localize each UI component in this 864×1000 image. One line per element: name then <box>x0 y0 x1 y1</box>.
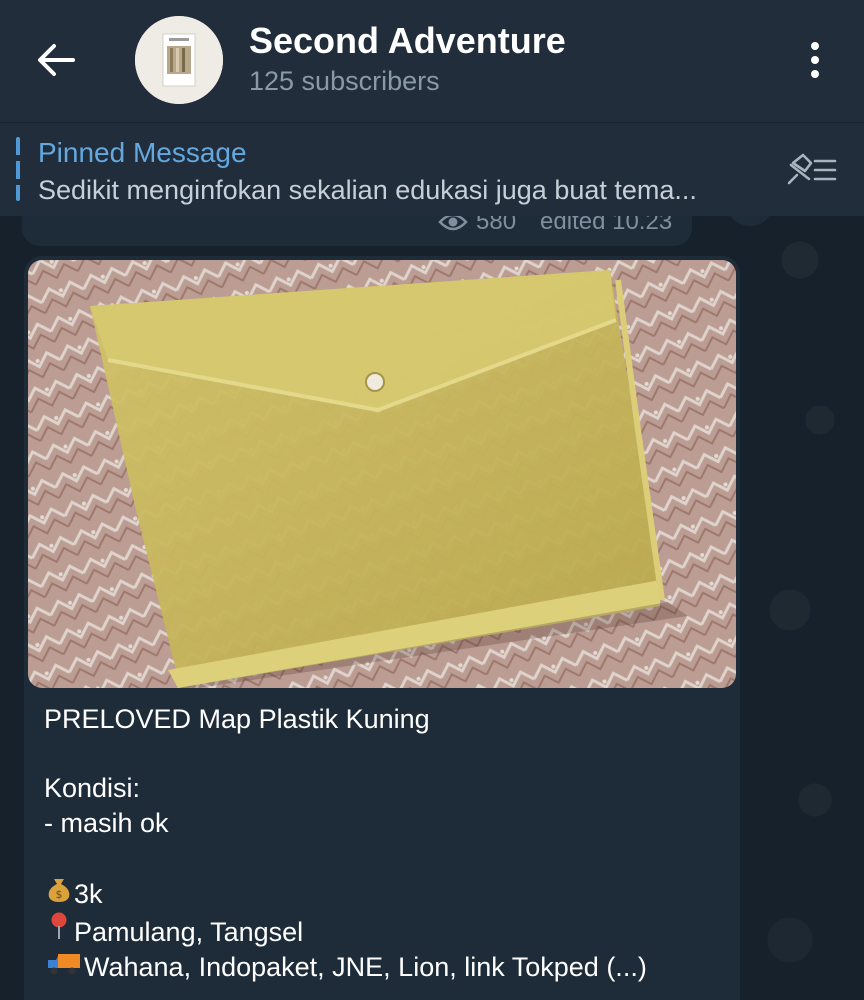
message-title: PRELOVED Map Plastik Kuning <box>44 704 430 734</box>
shipping-value: Wahana, Indopaket, JNE, Lion, link Tokpe… <box>84 951 647 982</box>
more-vertical-dot <box>811 56 819 64</box>
price-line: $ 3k <box>44 875 724 912</box>
condition-label: Kondisi: <box>44 773 141 803</box>
product-photo[interactable] <box>28 260 736 688</box>
subscriber-count: 125 subscribers <box>249 66 440 96</box>
arrow-left-icon <box>38 44 75 76</box>
price-value: 3k <box>74 878 103 909</box>
more-vertical-dot <box>811 70 819 78</box>
condition-value: - masih ok <box>44 807 169 838</box>
more-vertical-icon <box>811 42 819 50</box>
pinned-message-bar[interactable]: Pinned Message Sedikit menginfokan sekal… <box>0 122 864 216</box>
pinned-list-button[interactable] <box>780 146 840 194</box>
more-menu-button[interactable] <box>795 36 835 84</box>
shipping-line: Wahana, Indopaket, JNE, Lion, link Tokpe… <box>44 950 724 985</box>
chat-header: Second Adventure 125 subscribers <box>0 0 864 122</box>
svg-text:$: $ <box>56 888 63 901</box>
pinned-indicator <box>16 137 20 201</box>
money-bag-icon: $ <box>44 875 74 912</box>
channel-title[interactable]: Second Adventure <box>249 20 566 62</box>
pinned-list-icon <box>787 153 837 185</box>
truck-icon <box>44 950 84 985</box>
message-bubble[interactable]: PRELOVED Map Plastik Kuning Kondisi: - m… <box>24 256 740 1000</box>
back-button[interactable] <box>30 36 82 84</box>
pinned-text: Sedikit menginfokan sekalian edukasi jug… <box>38 175 697 205</box>
message-caption: PRELOVED Map Plastik Kuning Kondisi: - m… <box>44 702 724 984</box>
location-line: Pamulang, Tangsel <box>44 911 724 950</box>
pinned-title: Pinned Message <box>38 137 247 168</box>
location-value: Pamulang, Tangsel <box>74 917 304 947</box>
channel-avatar[interactable] <box>135 16 223 104</box>
pin-icon <box>44 911 74 950</box>
